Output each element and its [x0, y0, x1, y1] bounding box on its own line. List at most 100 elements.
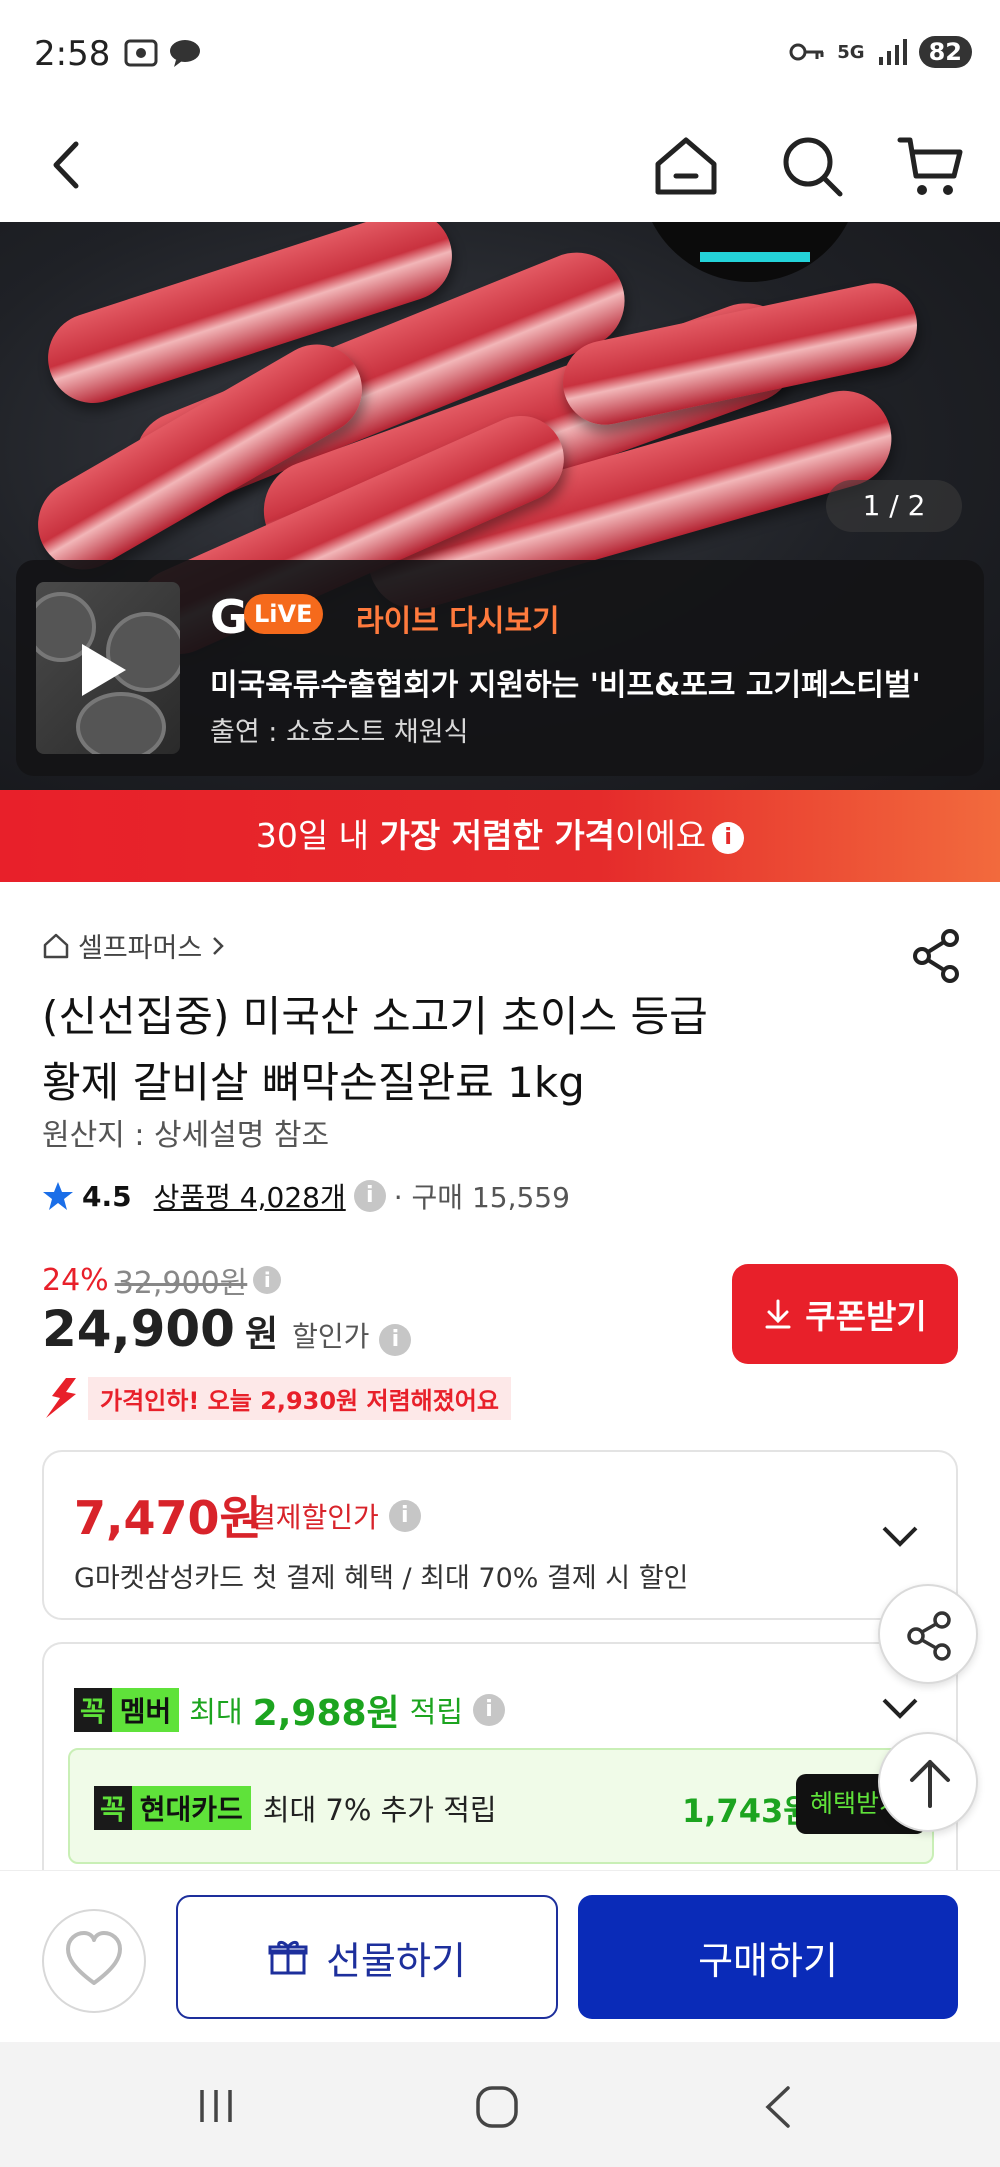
live-host: 출연 : 쇼호스트 채원식 — [210, 717, 469, 748]
buy-button-label: 구매하기 — [698, 1938, 838, 1983]
member-tag: 꼭 멤버 — [74, 1688, 180, 1732]
glive-logo-pill: LiVE — [244, 594, 323, 634]
gift-button-label: 선물하기 — [326, 1938, 466, 1983]
tag-k: 꼭 — [74, 1688, 112, 1732]
play-icon[interactable] — [82, 644, 126, 696]
banner-prefix: 30일 내 — [255, 816, 380, 855]
system-back-icon[interactable] — [758, 2082, 798, 2132]
chevron-right-icon — [213, 936, 224, 955]
payment-discount-price: 7,470원 — [74, 1491, 262, 1545]
tag-k: 꼭 — [94, 1786, 132, 1830]
tag-member: 멤버 — [111, 1688, 180, 1732]
scroll-top-button[interactable] — [878, 1732, 978, 1832]
home-button-icon[interactable] — [474, 2084, 520, 2130]
bottom-action-bar: 선물하기 구매하기 — [0, 1870, 1000, 2042]
search-icon[interactable] — [776, 130, 848, 202]
member-amount: 2,988원 — [252, 1693, 400, 1734]
live-badge-text-graphic — [700, 222, 810, 262]
live-replay-label: 라이브 다시보기 — [356, 604, 560, 639]
star-icon — [43, 1182, 73, 1210]
info-icon[interactable]: i — [253, 1266, 282, 1294]
payment-discount-label: 결제할인가 — [250, 1501, 379, 1534]
glive-logo-g: G — [210, 590, 248, 644]
hyundai-desc: 최대 7% 추가 적립 — [262, 1793, 497, 1827]
top-navigation — [0, 110, 1000, 222]
product-title-line2: 황제 갈비살 뼈막손질완료 1kg — [42, 1058, 585, 1107]
sale-price-label: 할인가 — [292, 1320, 370, 1353]
image-counter: 1 / 2 — [826, 480, 962, 532]
live-thumbnail[interactable] — [36, 582, 180, 754]
member-reward-row: 꼭 멤버 최대 2,988원 적립 i — [74, 1684, 506, 1736]
price-drop-text: 가격인하! 오늘 2,930원 저렴해졌어요 — [88, 1376, 511, 1420]
signal-icon — [878, 39, 907, 65]
hyundai-row: 꼭 현대카드 최대 7% 추가 적립 — [94, 1786, 497, 1830]
banner-highlight: 가장 저렴한 가격 — [379, 816, 616, 855]
discount-rate: 24% — [42, 1262, 109, 1298]
status-bar: 2:58 5G 82 — [0, 0, 1000, 110]
back-arrow-icon[interactable] — [36, 132, 102, 198]
coupon-button-label: 쿠폰받기 — [805, 1297, 927, 1336]
gift-button[interactable]: 선물하기 — [176, 1895, 558, 2019]
product-title: (신선집중) 미국산 소고기 초이스 등급 황제 갈비살 뼈막손질완료 1kg — [42, 984, 882, 1116]
live-title: 미국육류수출협회가 지원하는 '비프&포크 고기페스티벌' — [210, 668, 921, 703]
share-icon — [907, 1611, 951, 1661]
network-type: 5G — [837, 41, 865, 63]
rating-row: 4.5 상품평 4,028개 i · 구매 15,559 — [42, 1176, 570, 1216]
gift-icon — [268, 1940, 308, 1975]
screenshot-icon — [124, 39, 158, 67]
download-icon — [765, 1299, 791, 1329]
home-icon[interactable] — [650, 130, 722, 202]
member-reward-card[interactable]: 꼭 멤버 최대 2,988원 적립 i 꼭 현대카드 최대 7% 추가 적립 1,7… — [42, 1642, 958, 1882]
purchase-count: · 구매 15,559 — [393, 1181, 570, 1214]
coupon-button[interactable]: 쿠폰받기 — [732, 1264, 958, 1364]
seller-name: 셀프파머스 — [78, 933, 203, 964]
cart-icon[interactable] — [896, 130, 968, 202]
wishlist-button[interactable] — [42, 1909, 146, 2013]
battery-indicator: 82 — [918, 36, 972, 68]
info-icon[interactable]: i — [379, 1324, 412, 1356]
recent-apps-icon[interactable] — [196, 2086, 236, 2126]
sale-price-row: 24,900 원 할인가 i — [42, 1300, 412, 1358]
discount-row: 24% 32,900원 i — [42, 1258, 282, 1302]
share-icon[interactable] — [910, 928, 962, 984]
chat-bubble-icon — [170, 40, 200, 67]
hyundai-tag: 꼭 현대카드 — [94, 1786, 251, 1830]
buy-button[interactable]: 구매하기 — [578, 1895, 958, 2019]
hyundai-card-reward: 꼭 현대카드 최대 7% 추가 적립 1,743원 혜택받기 — [68, 1748, 934, 1864]
payment-discount-desc: G마켓삼성카드 첫 결제 혜택 / 최대 70% 결제 시 할인 — [74, 1563, 689, 1594]
banner-suffix: 이에요 — [615, 816, 707, 855]
heart-icon — [66, 1931, 122, 1985]
product-image-carousel[interactable]: 1 / 2 G LiVE 라이브 다시보기 미국육류수출협회가 지원하는 '비프… — [0, 222, 1000, 790]
sale-price: 24,900 — [42, 1300, 235, 1358]
origin-info: 원산지 : 상세설명 참조 — [42, 1118, 330, 1153]
price-drop-notice: 가격인하! 오늘 2,930원 저렴해졌어요 — [42, 1376, 511, 1420]
live-replay-card[interactable]: G LiVE 라이브 다시보기 미국육류수출협회가 지원하는 '비프&포크 고기… — [16, 560, 984, 776]
lowest-price-banner[interactable]: 30일 내 가장 저렴한 가격이에요 i — [0, 790, 1000, 882]
product-title-line1: (신선집중) 미국산 소고기 초이스 등급 — [42, 992, 708, 1041]
member-prefix: 최대 — [189, 1695, 243, 1729]
status-time: 2:58 — [34, 34, 111, 74]
info-icon[interactable]: i — [353, 1180, 386, 1212]
status-notification-icons — [124, 38, 202, 68]
info-icon[interactable]: i — [388, 1500, 421, 1532]
payment-discount-card[interactable]: 7,470원 결제할인가 i G마켓삼성카드 첫 결제 혜택 / 최대 70% … — [42, 1450, 958, 1620]
price-drop-arrow-icon — [46, 1378, 76, 1418]
hyundai-amount: 1,743원 — [682, 1792, 813, 1830]
payment-discount-label-row: 결제할인가 i — [250, 1496, 421, 1536]
arrow-up-icon — [910, 1760, 950, 1808]
vpn-key-icon — [789, 43, 824, 61]
status-right-icons: 5G 82 — [789, 36, 972, 68]
chevron-down-icon[interactable] — [880, 1696, 920, 1720]
review-link[interactable]: 상품평 4,028개 — [154, 1176, 346, 1216]
tag-hyundai: 현대카드 — [131, 1786, 251, 1830]
store-home-icon — [43, 933, 69, 958]
seller-link[interactable]: 셀프파머스 — [42, 926, 226, 965]
info-icon[interactable]: i — [473, 1694, 506, 1726]
original-price: 32,900원 — [114, 1266, 248, 1301]
sale-price-unit: 원 — [244, 1314, 279, 1355]
floating-share-button[interactable] — [878, 1584, 978, 1684]
info-icon[interactable]: i — [712, 821, 745, 854]
chevron-down-icon[interactable] — [880, 1524, 920, 1548]
member-suffix: 적립 — [409, 1695, 464, 1729]
system-navigation-bar — [0, 2042, 1000, 2167]
